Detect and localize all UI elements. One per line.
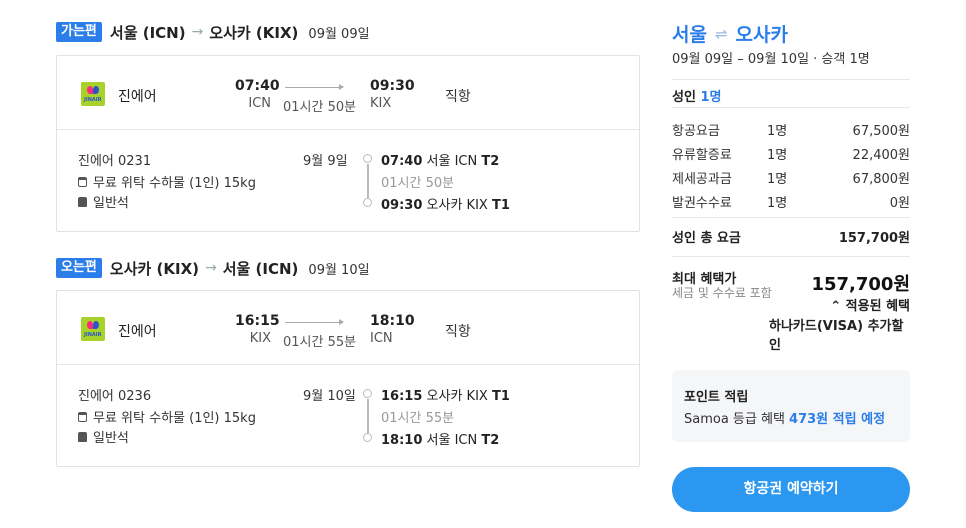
inbound-flight-card[interactable]: JINAIR 진에어 16:15 KIX 01시간 55분 18:10 ICN … xyxy=(56,290,640,467)
point-box: 포인트 적립 Samoa 등급 혜택 473원 적립 예정 xyxy=(672,370,910,442)
flight-duration: 01시간 55분 xyxy=(283,335,357,350)
adult-total: 성인 총 요금 157,700원 xyxy=(672,227,910,246)
divider xyxy=(672,79,910,80)
inbound-route-from: 오사카 (KIX) xyxy=(109,259,199,278)
outbound-badge: 가는편 xyxy=(56,22,102,42)
nonstop-label: 직항 xyxy=(445,324,471,340)
divider xyxy=(672,107,910,108)
flight-arrow-icon xyxy=(285,84,344,90)
summary-from: 서울 xyxy=(672,24,707,46)
timeline-departure: 07:40 서울 ICN T2 xyxy=(381,154,500,169)
flight-arrow-icon xyxy=(285,319,344,325)
timeline-line xyxy=(367,399,369,433)
outbound-header: 가는편 서울 (ICN) → 오사카 (KIX) 09월 09일 xyxy=(56,20,370,44)
flight-day: 9월 9일 xyxy=(303,154,348,169)
arrival-time: 09:30 xyxy=(370,78,415,94)
timeline-duration: 01시간 55분 xyxy=(381,411,455,426)
departure-time: 07:40 xyxy=(235,78,280,94)
seat-icon xyxy=(78,196,87,207)
inbound-detail: 진에어 0236 무료 위탁 수하물 (1인) 15kg 일반석 9월 10일 … xyxy=(57,365,639,466)
flight-number: 진에어 0236 xyxy=(78,389,152,404)
swap-icon: ⇌ xyxy=(714,24,728,43)
adult-total-amount: 157,700원 xyxy=(838,231,910,246)
point-value: 473원 적립 예정 xyxy=(789,412,886,427)
jinair-logo-icon: JINAIR xyxy=(81,317,105,341)
timeline-duration: 01시간 50분 xyxy=(381,176,455,191)
book-button[interactable]: 항공권 예약하기 xyxy=(672,467,910,512)
departure-code: KIX xyxy=(249,331,271,346)
card-discount: 하나카드(VISA) 추가할인 xyxy=(769,319,904,353)
flight-day: 9월 10일 xyxy=(303,389,356,404)
timeline-start-icon xyxy=(363,154,372,163)
baggage-info: 무료 위탁 수하물 (1인) 15kg xyxy=(78,172,256,191)
nonstop-label: 직항 xyxy=(445,89,471,105)
fee-row: 제세공과금 1명 67,800원 xyxy=(672,172,910,187)
outbound-route-from: 서울 (ICN) xyxy=(109,23,186,42)
logo-text: JINAIR xyxy=(84,332,102,338)
divider xyxy=(672,217,910,218)
departure-code: ICN xyxy=(248,96,271,111)
max-benefit-sub: 세금 및 수수료 포함 xyxy=(672,286,772,300)
inbound-summary: JINAIR 진에어 16:15 KIX 01시간 55분 18:10 ICN … xyxy=(57,291,639,365)
arrow-icon: → xyxy=(191,24,204,40)
fee-row: 항공요금 1명 67,500원 xyxy=(672,124,910,139)
divider xyxy=(672,256,910,257)
baggage-icon xyxy=(78,411,87,422)
airline-name: 진에어 xyxy=(118,89,157,105)
timeline-end-icon xyxy=(363,433,372,442)
summary-to: 오사카 xyxy=(735,24,788,46)
baggage-text: 무료 위탁 수하물 (1인) 15kg xyxy=(93,176,256,191)
cabin-info: 일반석 xyxy=(78,192,129,211)
applied-benefits-toggle[interactable]: ⌃ 적용된 혜택 xyxy=(830,295,910,314)
arrival-code: KIX xyxy=(370,96,392,111)
inbound-route-to: 서울 (ICN) xyxy=(222,259,299,278)
outbound-flight-card[interactable]: JINAIR 진에어 07:40 ICN 01시간 50분 09:30 KIX … xyxy=(56,55,640,232)
baggage-info: 무료 위탁 수하물 (1인) 15kg xyxy=(78,407,256,426)
arrival-code: ICN xyxy=(370,331,393,346)
timeline-departure: 16:15 오사카 KIX T1 xyxy=(381,389,510,404)
timeline-start-icon xyxy=(363,389,372,398)
arrow-icon: → xyxy=(205,260,217,276)
jinair-logo-icon: JINAIR xyxy=(81,82,105,106)
outbound-route-to: 오사카 (KIX) xyxy=(209,23,299,42)
fee-row: 유류할증료 1명 22,400원 xyxy=(672,148,910,163)
timeline-line xyxy=(367,164,369,198)
outbound-date: 09월 09일 xyxy=(308,26,370,42)
cabin-text: 일반석 xyxy=(93,196,129,211)
timeline-arrival: 18:10 서울 ICN T2 xyxy=(381,433,500,448)
baggage-icon xyxy=(78,176,87,187)
flight-duration: 01시간 50분 xyxy=(283,100,357,115)
fee-row: 발권수수료 1명 0원 xyxy=(672,196,910,211)
summary-title: 서울 ⇌ 오사카 xyxy=(672,20,910,47)
flight-number: 진에어 0231 xyxy=(78,154,152,169)
timeline-arrival: 09:30 오사카 KIX T1 xyxy=(381,198,510,213)
seat-icon xyxy=(78,431,87,442)
point-title: 포인트 적립 xyxy=(684,390,749,405)
airline-name: 진에어 xyxy=(118,324,157,340)
departure-time: 16:15 xyxy=(235,313,280,329)
logo-text: JINAIR xyxy=(84,97,102,103)
point-detail: Samoa 등급 혜택 473원 적립 예정 xyxy=(684,412,886,427)
max-benefit-amount: 157,700원 xyxy=(811,274,910,295)
inbound-header: 오는편 오사카 (KIX) → 서울 (ICN) 09월 10일 xyxy=(56,256,370,280)
adult-header: 성인 1명 xyxy=(672,90,722,105)
cabin-text: 일반석 xyxy=(93,431,129,446)
inbound-badge: 오는편 xyxy=(56,258,102,278)
inbound-date: 09월 10일 xyxy=(308,262,370,278)
timeline-end-icon xyxy=(363,198,372,207)
cabin-info: 일반석 xyxy=(78,427,129,446)
summary-subtitle: 09월 09일 – 09월 10일 · 승객 1명 xyxy=(672,52,870,67)
max-benefit-label: 최대 혜택가 xyxy=(672,272,737,287)
baggage-text: 무료 위탁 수하물 (1인) 15kg xyxy=(93,411,256,426)
outbound-detail: 진에어 0231 무료 위탁 수하물 (1인) 15kg 일반석 9월 9일 0… xyxy=(57,130,639,231)
outbound-summary: JINAIR 진에어 07:40 ICN 01시간 50분 09:30 KIX … xyxy=(57,56,639,130)
arrival-time: 18:10 xyxy=(370,313,415,329)
